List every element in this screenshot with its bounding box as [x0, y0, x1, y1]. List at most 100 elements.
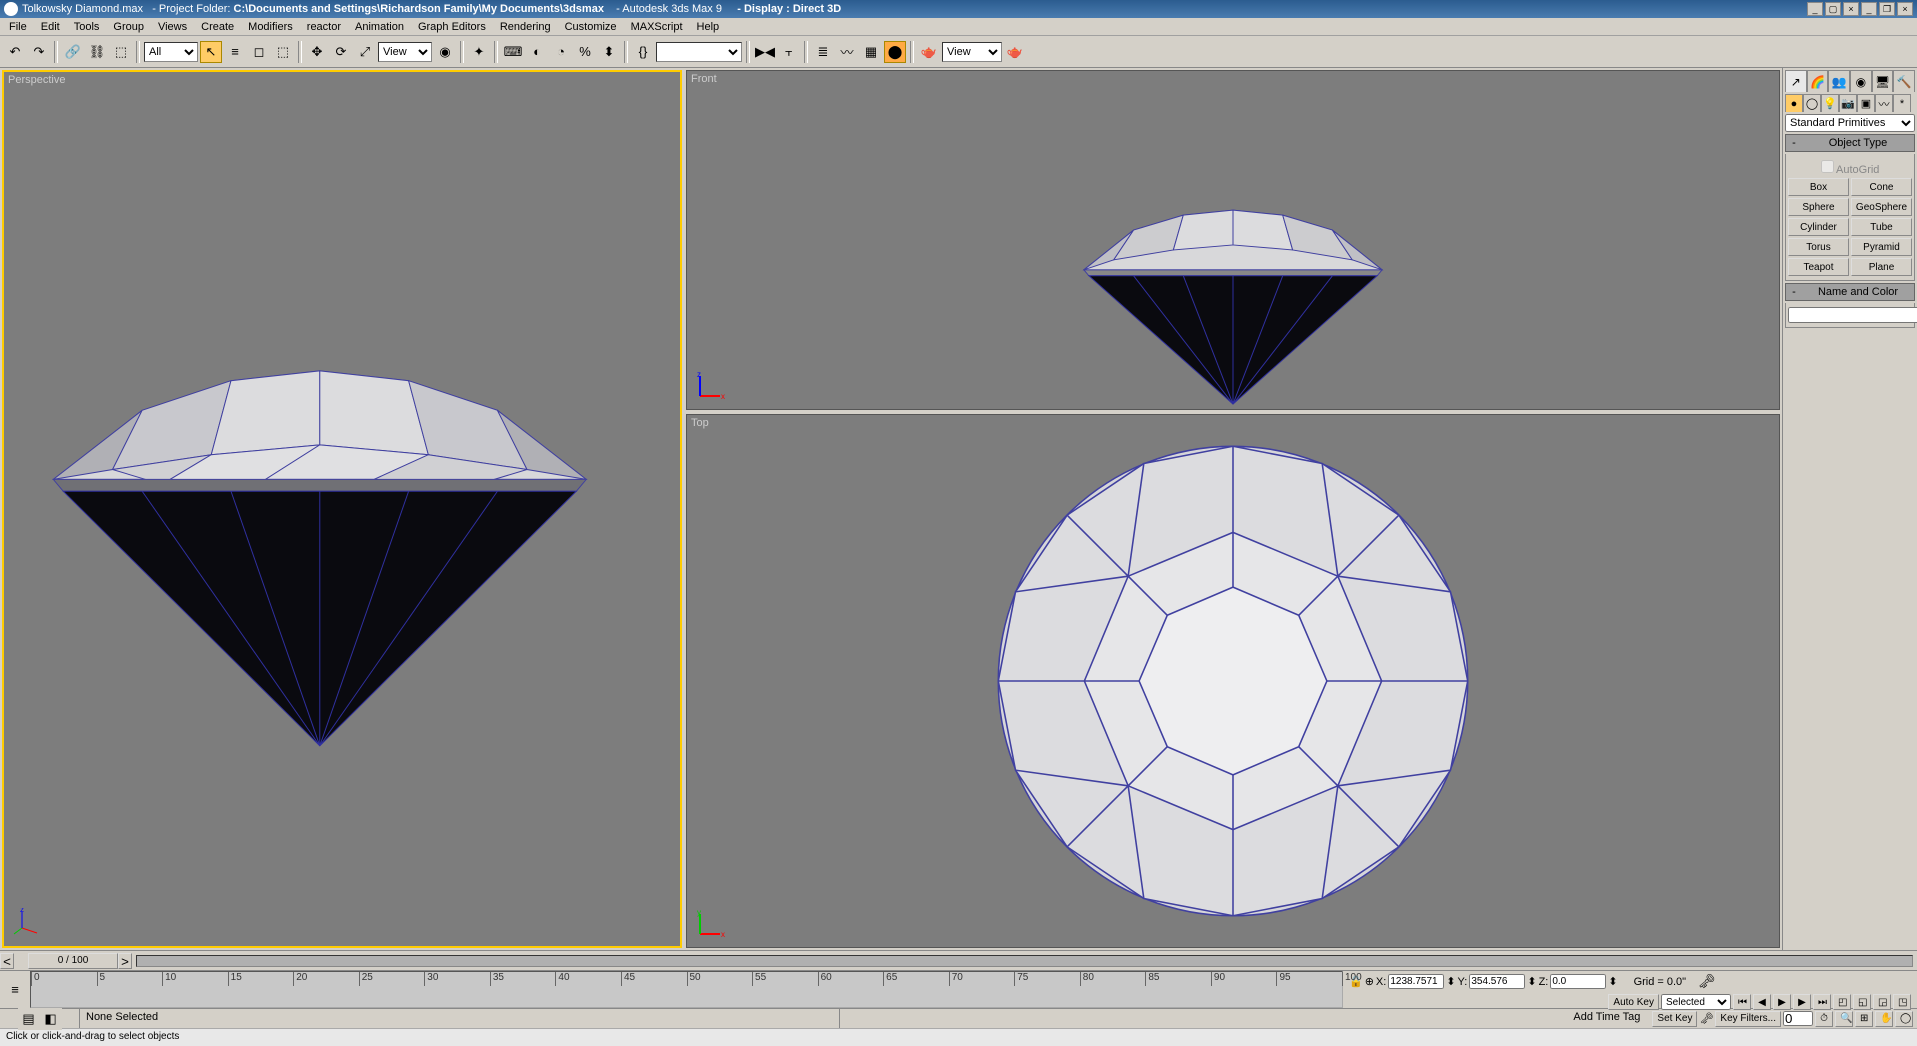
- spacewarps-subtab[interactable]: 〰: [1875, 94, 1893, 112]
- time-slider-thumb[interactable]: 0 / 100: [28, 953, 118, 969]
- comm-center-icon[interactable]: ◧: [40, 1008, 62, 1030]
- render-view-dropdown[interactable]: View: [942, 42, 1002, 62]
- x-coord-input[interactable]: [1388, 974, 1444, 989]
- utilities-tab[interactable]: 🔨: [1893, 70, 1915, 92]
- z-coord-input[interactable]: [1550, 974, 1606, 989]
- object-type-rollout-header[interactable]: -Object Type: [1785, 134, 1915, 152]
- next-frame-button[interactable]: ▶: [1793, 994, 1811, 1010]
- motion-tab[interactable]: ◉: [1850, 70, 1872, 92]
- maximize-button[interactable]: ▢: [1825, 2, 1841, 16]
- minimize-button[interactable]: _: [1807, 2, 1823, 16]
- category-dropdown[interactable]: Standard Primitives: [1785, 114, 1915, 132]
- menu-reactor[interactable]: reactor: [300, 19, 348, 35]
- menu-customize[interactable]: Customize: [558, 19, 624, 35]
- object-name-input[interactable]: [1788, 307, 1917, 323]
- key-target-dropdown[interactable]: Selected: [1661, 994, 1731, 1010]
- menu-create[interactable]: Create: [194, 19, 241, 35]
- y-coord-input[interactable]: [1469, 974, 1525, 989]
- pivot-button[interactable]: ◉: [434, 41, 456, 63]
- coord-icon[interactable]: ⊕: [1365, 975, 1374, 988]
- sphere-button[interactable]: Sphere: [1788, 198, 1849, 216]
- time-slider-next[interactable]: >: [118, 953, 132, 969]
- hierarchy-tab[interactable]: 👥: [1828, 70, 1850, 92]
- trackbar-toggle-icon[interactable]: ≡: [4, 979, 26, 1001]
- key-icon-2[interactable]: 🗝: [1699, 1012, 1713, 1025]
- prev-frame-button[interactable]: ◀: [1753, 994, 1771, 1010]
- geometry-subtab[interactable]: ●: [1785, 94, 1803, 112]
- time-slider-track[interactable]: [136, 955, 1913, 967]
- restore-button[interactable]: ❐: [1879, 2, 1895, 16]
- percent-snap-button[interactable]: %: [574, 41, 596, 63]
- add-time-tag[interactable]: Add Time Tag: [1565, 1009, 1648, 1028]
- pan-icon[interactable]: ✋: [1875, 1011, 1893, 1027]
- display-tab[interactable]: 🖥: [1872, 70, 1894, 92]
- set-key-button[interactable]: Set Key: [1652, 1011, 1697, 1027]
- menu-help[interactable]: Help: [690, 19, 727, 35]
- link-button[interactable]: 🔗: [62, 41, 84, 63]
- nav3-icon[interactable]: ◲: [1873, 994, 1891, 1010]
- quick-render-button[interactable]: 🫖: [1004, 41, 1026, 63]
- rotate-button[interactable]: ⟳: [330, 41, 352, 63]
- zoom-all-icon[interactable]: ⊞: [1855, 1011, 1873, 1027]
- scale-button[interactable]: ⤢: [354, 41, 376, 63]
- menu-file[interactable]: File: [2, 19, 34, 35]
- current-frame-input[interactable]: [1783, 1011, 1813, 1026]
- ref-coord-dropdown[interactable]: View: [378, 42, 432, 62]
- cone-button[interactable]: Cone: [1851, 178, 1912, 196]
- manipulate-button[interactable]: ✦: [468, 41, 490, 63]
- bind-button[interactable]: ⬚: [110, 41, 132, 63]
- cameras-subtab[interactable]: 📷: [1839, 94, 1857, 112]
- rect-select-button[interactable]: ◻: [248, 41, 270, 63]
- select-by-name-button[interactable]: ≡: [224, 41, 246, 63]
- menu-rendering[interactable]: Rendering: [493, 19, 558, 35]
- autogrid-checkbox[interactable]: AutoGrid: [1788, 158, 1912, 178]
- undo-button[interactable]: ↶: [4, 41, 26, 63]
- key-filters-button[interactable]: Key Filters...: [1715, 1011, 1781, 1027]
- time-config-icon[interactable]: ⏱: [1815, 1011, 1833, 1027]
- zoom-icon[interactable]: 🔍: [1835, 1011, 1853, 1027]
- nav2-icon[interactable]: ◱: [1853, 994, 1871, 1010]
- unlink-button[interactable]: ⛓: [86, 41, 108, 63]
- menu-group[interactable]: Group: [106, 19, 151, 35]
- menu-modifiers[interactable]: Modifiers: [241, 19, 300, 35]
- selection-filter-dropdown[interactable]: All: [144, 42, 198, 62]
- systems-subtab[interactable]: *: [1893, 94, 1911, 112]
- create-tab[interactable]: ↗: [1785, 70, 1807, 92]
- pyramid-button[interactable]: Pyramid: [1851, 238, 1912, 256]
- geosphere-button[interactable]: GeoSphere: [1851, 198, 1912, 216]
- redo-button[interactable]: ↷: [28, 41, 50, 63]
- plane-button[interactable]: Plane: [1851, 258, 1912, 276]
- window-crossing-button[interactable]: ⬚: [272, 41, 294, 63]
- modify-tab[interactable]: 🌈: [1807, 70, 1829, 92]
- curve-editor-button[interactable]: 〰: [836, 41, 858, 63]
- menu-animation[interactable]: Animation: [348, 19, 411, 35]
- nav1-icon[interactable]: ◰: [1833, 994, 1851, 1010]
- keyboard-shortcut-button[interactable]: ⌨: [502, 41, 524, 63]
- minimize2-button[interactable]: _: [1861, 2, 1877, 16]
- material-editor-button[interactable]: ⬤: [884, 41, 906, 63]
- time-slider[interactable]: < 0 / 100 >: [0, 950, 1917, 970]
- close2-button[interactable]: ×: [1897, 2, 1913, 16]
- time-slider-prev[interactable]: <: [0, 953, 14, 969]
- play-button[interactable]: ▶: [1773, 994, 1791, 1010]
- menu-edit[interactable]: Edit: [34, 19, 67, 35]
- teapot-button[interactable]: Teapot: [1788, 258, 1849, 276]
- viewport-front[interactable]: Front: [686, 70, 1780, 410]
- shapes-subtab[interactable]: ◯: [1803, 94, 1821, 112]
- viewport-top[interactable]: Top x y: [686, 414, 1780, 948]
- menu-maxscript[interactable]: MAXScript: [624, 19, 690, 35]
- menu-graph-editors[interactable]: Graph Editors: [411, 19, 493, 35]
- viewport-perspective[interactable]: Perspective: [2, 70, 682, 948]
- edit-named-sel-button[interactable]: {}: [632, 41, 654, 63]
- lights-subtab[interactable]: 💡: [1821, 94, 1839, 112]
- trackbar-ruler[interactable]: 0510152025303540455055606570758085909510…: [30, 971, 1343, 1008]
- name-color-rollout-header[interactable]: -Name and Color: [1785, 283, 1915, 301]
- select-object-button[interactable]: ↖: [200, 41, 222, 63]
- spinner-snap-button[interactable]: ⬍: [598, 41, 620, 63]
- move-button[interactable]: ✥: [306, 41, 328, 63]
- named-selection-dropdown[interactable]: [656, 42, 742, 62]
- menu-views[interactable]: Views: [151, 19, 194, 35]
- torus-button[interactable]: Torus: [1788, 238, 1849, 256]
- key-icon[interactable]: 🗝: [1698, 973, 1716, 990]
- tube-button[interactable]: Tube: [1851, 218, 1912, 236]
